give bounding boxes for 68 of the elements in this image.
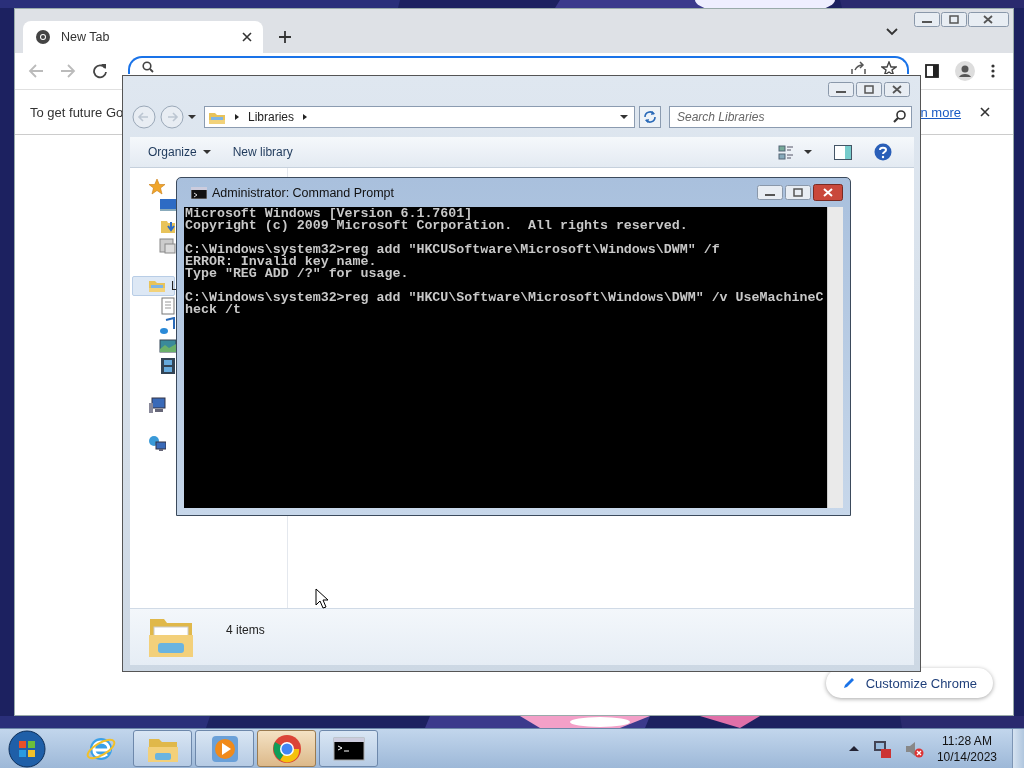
- close-icon[interactable]: [241, 31, 253, 43]
- search-field[interactable]: Search Libraries: [669, 106, 912, 128]
- dropdown-icon[interactable]: [804, 150, 812, 154]
- start-button[interactable]: [8, 729, 46, 768]
- muted-speaker-icon[interactable]: [904, 739, 924, 758]
- dropdown-icon[interactable]: [188, 115, 196, 119]
- customize-button[interactable]: Customize Chrome: [825, 668, 993, 698]
- clock-time[interactable]: 11:28 AM: [942, 732, 992, 749]
- maximize-button[interactable]: [785, 185, 811, 200]
- maximize-button[interactable]: [856, 81, 882, 97]
- maximize-button[interactable]: [941, 12, 967, 27]
- minimize-button[interactable]: [828, 81, 854, 97]
- console-line: Microsoft Windows [Version 6.1.7601]: [185, 208, 473, 220]
- address-bar[interactable]: Libraries: [204, 106, 635, 128]
- menu-icon[interactable]: [991, 64, 995, 78]
- window-title: Administrator: Command Prompt: [212, 185, 394, 200]
- breadcrumb-item[interactable]: Libraries: [248, 110, 295, 124]
- star-icon[interactable]: [881, 61, 897, 74]
- console-line: C:\Windows\system32>reg add "HKCU\Software\Microsoft\Windows\DWM" /v UseMachineC: [185, 292, 825, 304]
- refresh-button[interactable]: [639, 106, 661, 128]
- ring-icon: [270, 732, 303, 765]
- pencil-icon: [841, 676, 856, 690]
- computer-icon: [148, 396, 166, 414]
- console-line: C:\Windows\system32>reg add "HKCUSoftware\Microsoft\Windows\DWM" /f: [185, 244, 721, 256]
- preview-pane-icon[interactable]: [834, 144, 852, 160]
- close-button[interactable]: [813, 184, 843, 201]
- close-icon[interactable]: [979, 106, 991, 118]
- document-icon[interactable]: [159, 297, 177, 315]
- side-panel-icon[interactable]: [925, 64, 939, 78]
- console-icon: [191, 186, 207, 199]
- console-line: ERROR: Invalid key name.: [185, 256, 378, 268]
- clock-date[interactable]: 10/14/2023: [936, 748, 997, 765]
- dropdown-icon: [202, 150, 211, 154]
- tab-title: New Tab: [61, 30, 111, 44]
- recent-places-icon[interactable]: [159, 237, 177, 255]
- ring-icon: [35, 29, 51, 45]
- plus-icon[interactable]: [278, 30, 292, 44]
- browser-tab[interactable]: New Tab: [23, 21, 263, 53]
- network-icon[interactable]: [871, 738, 892, 759]
- star-icon: [148, 178, 166, 196]
- toolbar-button[interactable]: New library: [232, 145, 293, 159]
- profile-icon[interactable]: [955, 61, 975, 81]
- learn-more-link[interactable]: n more: [920, 104, 961, 120]
- minimize-button[interactable]: [757, 185, 783, 200]
- scrollbar[interactable]: [827, 207, 843, 508]
- console-line: heck /t: [185, 304, 241, 316]
- video-icon[interactable]: [159, 357, 177, 375]
- help-icon[interactable]: [874, 143, 892, 161]
- console-line: Type "REG ADD /?" for usage.: [185, 268, 410, 280]
- console-line: Copyright (c) 2009 Microsoft Corporation. All rights reserved.: [185, 220, 689, 232]
- view-options-icon[interactable]: [778, 144, 794, 160]
- taskbar-button[interactable]: [319, 730, 378, 767]
- search-icon[interactable]: [893, 110, 907, 123]
- dropdown-icon[interactable]: [620, 115, 628, 119]
- minimize-button[interactable]: [914, 12, 940, 27]
- reload-icon[interactable]: [92, 63, 108, 79]
- arrow-icon[interactable]: [302, 113, 309, 121]
- close-button[interactable]: [968, 12, 1009, 27]
- network-icon: [148, 434, 166, 452]
- organize-menu[interactable]: Organize: [148, 145, 211, 159]
- item-count: 4 items: [226, 623, 265, 637]
- refresh-icon: [642, 109, 658, 125]
- arrow-icon[interactable]: [234, 113, 240, 121]
- close-button[interactable]: [884, 81, 910, 97]
- search-icon: [142, 61, 154, 73]
- picture-icon[interactable]: [159, 337, 177, 355]
- up-arrow-icon[interactable]: [848, 745, 859, 752]
- music-icon[interactable]: [159, 317, 177, 335]
